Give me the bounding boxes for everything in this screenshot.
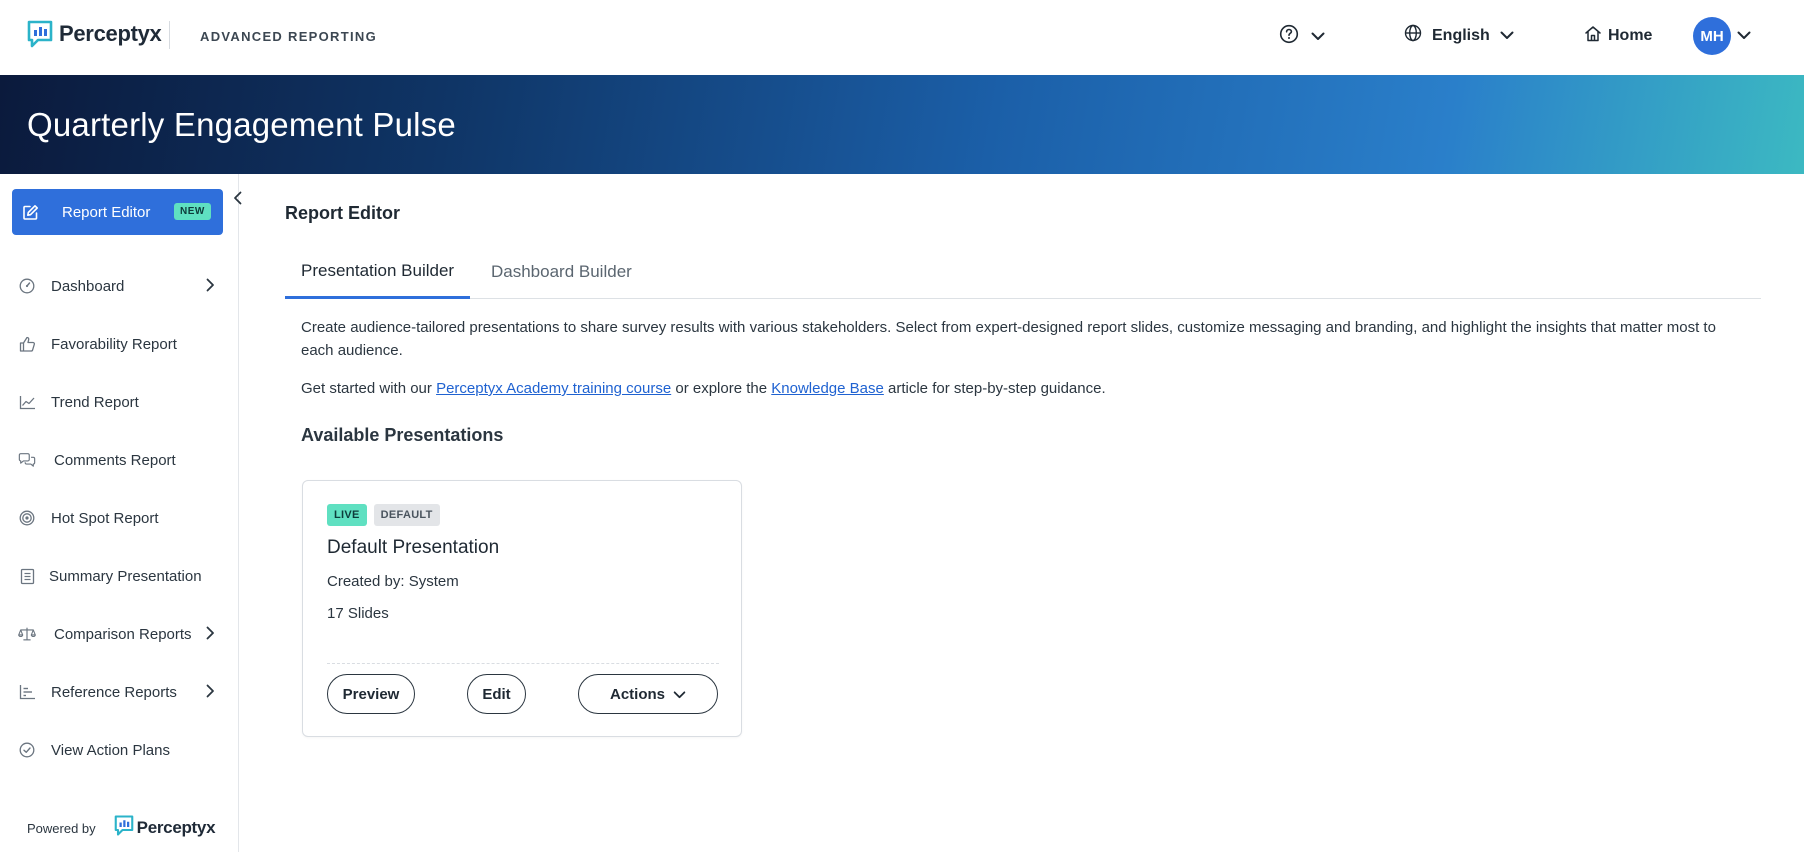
powered-by-label: Powered by [27,820,96,836]
sidebar-item-label: View Action Plans [51,741,170,759]
gauge-icon [18,278,36,294]
card-divider [327,663,719,664]
chat-bubbles-icon [18,452,36,468]
actions-dropdown-button[interactable]: Actions [578,674,718,714]
language-selector[interactable]: English [1404,24,1514,47]
perceptyx-logo-icon [27,20,53,48]
document-list-icon [18,568,36,585]
sidebar-item-reference-reports[interactable]: Reference Reports [18,672,223,712]
tab-bar: Presentation Builder Dashboard Builder [285,245,1761,299]
page-description: Create audience-tailored presentations t… [301,319,1716,359]
product-name: ADVANCED REPORTING [200,29,378,44]
academy-training-link[interactable]: Perceptyx Academy training course [436,380,671,397]
thumbs-up-icon [18,336,36,352]
sidebar-item-hot-spot-report[interactable]: Hot Spot Report [18,498,223,538]
help-circle-icon [1279,24,1299,49]
sidebar-item-label: Comparison Reports [54,625,192,643]
guidance-middle: or explore the [671,380,772,397]
sidebar-item-comparison-reports[interactable]: Comparison Reports [18,614,223,654]
globe-icon [1404,24,1422,47]
line-chart-icon [18,395,36,410]
card-badges: LIVE DEFAULT [327,504,440,526]
presentation-slide-count: 17 Slides [327,605,389,622]
sidebar-item-trend-report[interactable]: Trend Report [18,382,223,422]
sidebar-item-label: Hot Spot Report [51,509,159,527]
check-circle-icon [18,742,36,758]
sidebar-item-label: Report Editor [62,203,151,221]
sidebar-item-label: Comments Report [54,451,176,469]
home-label: Home [1608,27,1653,44]
powered-by-logo: Perceptyx [114,815,216,841]
new-badge: NEW [174,203,211,220]
help-menu-button[interactable] [1279,24,1325,49]
tab-presentation-builder[interactable]: Presentation Builder [285,245,471,299]
edit-button[interactable]: Edit [467,674,526,714]
guidance-text: Get started with our Perceptyx Academy t… [301,380,1106,397]
chevron-right-icon [206,278,215,297]
chevron-down-icon [1500,27,1514,45]
edit-icon [20,204,40,221]
home-icon [1584,25,1602,47]
actions-button-label: Actions [609,685,665,703]
chevron-right-icon [206,684,215,703]
sidebar-item-summary-presentation[interactable]: Summary Presentation [18,556,223,596]
chevron-right-icon [206,626,215,645]
sidebar-item-label: Dashboard [51,277,125,295]
sidebar-item-view-action-plans[interactable]: View Action Plans [18,730,223,770]
header-divider [169,21,170,49]
preview-button[interactable]: Preview [327,674,415,714]
home-link[interactable]: Home [1584,25,1652,47]
sidebar-item-label: Trend Report [51,393,139,411]
survey-title: Quarterly Engagement Pulse [27,106,456,143]
presentation-created-by: Created by: System [327,573,459,590]
chevron-down-icon [1311,28,1325,46]
sidebar-item-dashboard[interactable]: Dashboard [18,266,223,306]
guidance-suffix: article for step-by-step guidance. [883,380,1106,397]
chevron-left-icon [233,191,242,210]
perceptyx-logo-icon [114,815,134,841]
sidebar-item-label: Summary Presentation [49,567,202,585]
section-title: Available Presentations [301,425,504,445]
page-title: Report Editor [285,203,400,223]
tab-dashboard-builder[interactable]: Dashboard Builder [475,245,648,299]
sidebar: Report Editor NEW Dashboard Favorability… [0,174,241,852]
guidance-prefix: Get started with our [301,380,437,397]
brand-logo[interactable]: Perceptyx [27,20,162,48]
page-banner: Quarterly Engagement Pulse [0,75,1804,174]
balance-scale-icon [18,626,36,642]
chevron-down-icon [1737,27,1751,45]
knowledge-base-link[interactable]: Knowledge Base [771,380,884,397]
powered-by-brand: Perceptyx [136,818,216,837]
preview-button-label: Preview [342,685,400,703]
sidebar-item-label: Favorability Report [51,335,177,353]
bar-chart-icon [18,684,36,700]
powered-by: Powered by Perceptyx [27,815,216,841]
default-badge: DEFAULT [373,504,440,526]
user-menu-button[interactable]: MH [1693,17,1751,55]
sidebar-item-report-editor[interactable]: Report Editor NEW [12,189,223,235]
target-icon [18,510,36,526]
brand-name: Perceptyx [59,21,162,46]
presentation-card: LIVE DEFAULT Default Presentation Create… [302,480,742,737]
chevron-down-icon [673,686,686,703]
sidebar-item-comments-report[interactable]: Comments Report [18,440,223,480]
language-label: English [1432,26,1490,44]
edit-button-label: Edit [482,685,511,703]
sidebar-item-label: Reference Reports [51,683,177,701]
top-header: Perceptyx ADVANCED REPORTING English Hom… [0,0,1804,75]
live-badge: LIVE [327,504,367,526]
presentation-title: Default Presentation [327,537,500,558]
collapse-sidebar-button[interactable] [229,190,245,210]
avatar: MH [1693,17,1731,55]
sidebar-item-favorability-report[interactable]: Favorability Report [18,324,223,364]
